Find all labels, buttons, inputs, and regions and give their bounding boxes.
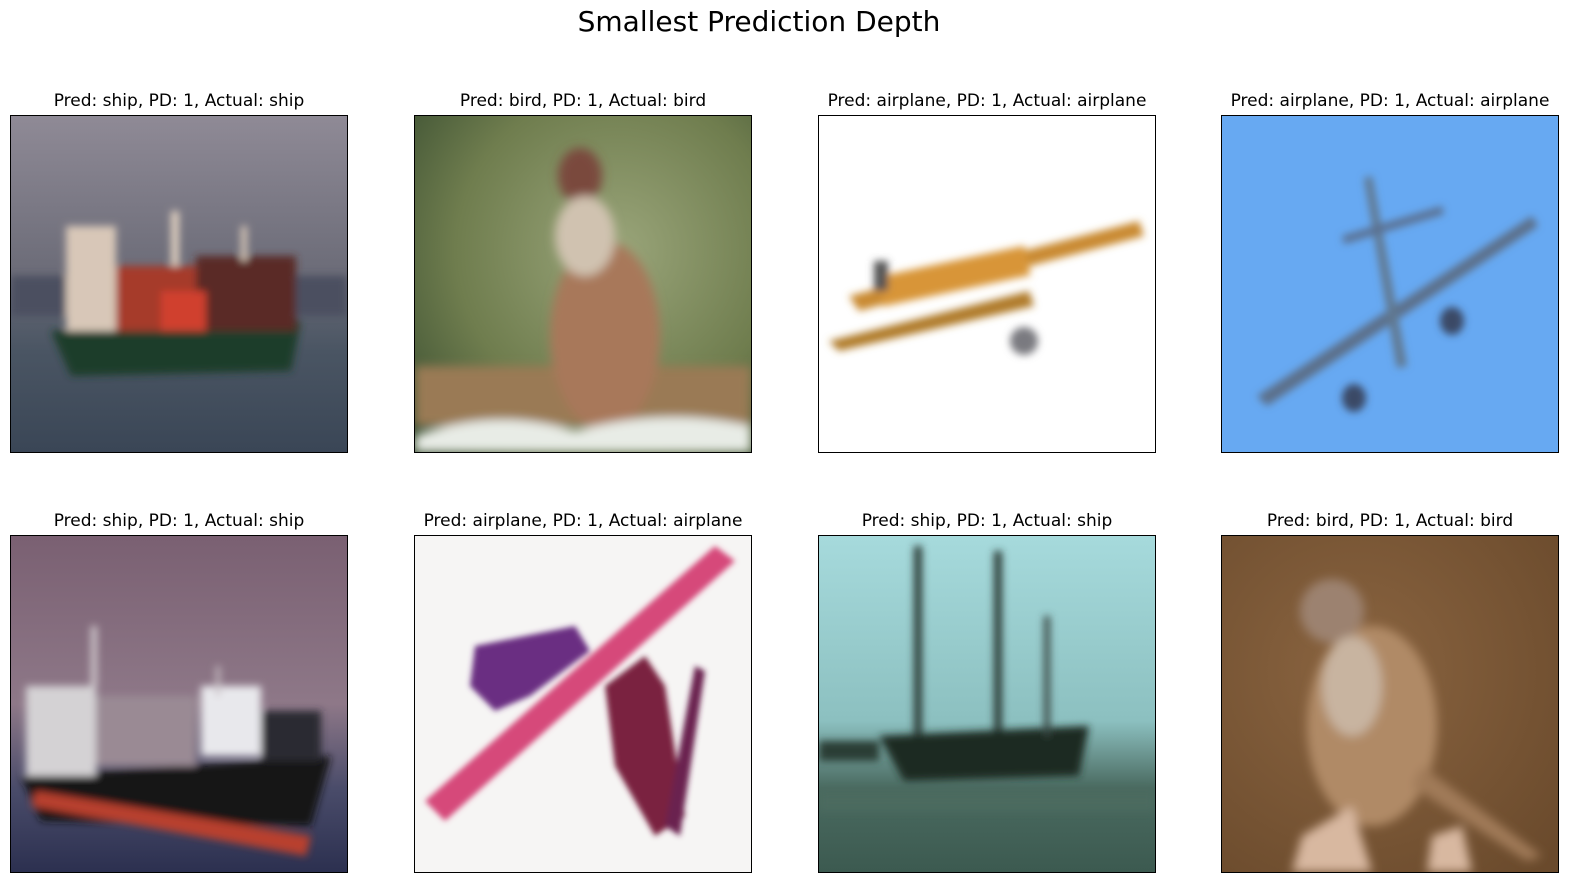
bird-image [414, 115, 752, 453]
panel-title: Pred: ship, PD: 1, Actual: ship [53, 511, 305, 531]
bird-image [1221, 535, 1559, 873]
panel-title: Pred: bird, PD: 1, Actual: bird [1266, 511, 1514, 531]
panel-title: Pred: airplane, PD: 1, Actual: airplane [1230, 91, 1550, 111]
figure-title: Smallest Prediction Depth [577, 5, 941, 38]
panel-title: Pred: airplane, PD: 1, Actual: airplane [827, 91, 1147, 111]
ship-image [10, 115, 348, 453]
ship-image [10, 535, 348, 873]
panel-title: Pred: bird, PD: 1, Actual: bird [459, 91, 707, 111]
ship-image [818, 535, 1156, 873]
airplane-image [414, 535, 752, 873]
airplane-image [818, 115, 1156, 453]
panel-title: Pred: ship, PD: 1, Actual: ship [861, 511, 1113, 531]
panel-title: Pred: airplane, PD: 1, Actual: airplane [423, 511, 743, 531]
panel-title: Pred: ship, PD: 1, Actual: ship [53, 91, 305, 111]
airplane-image [1221, 115, 1559, 453]
